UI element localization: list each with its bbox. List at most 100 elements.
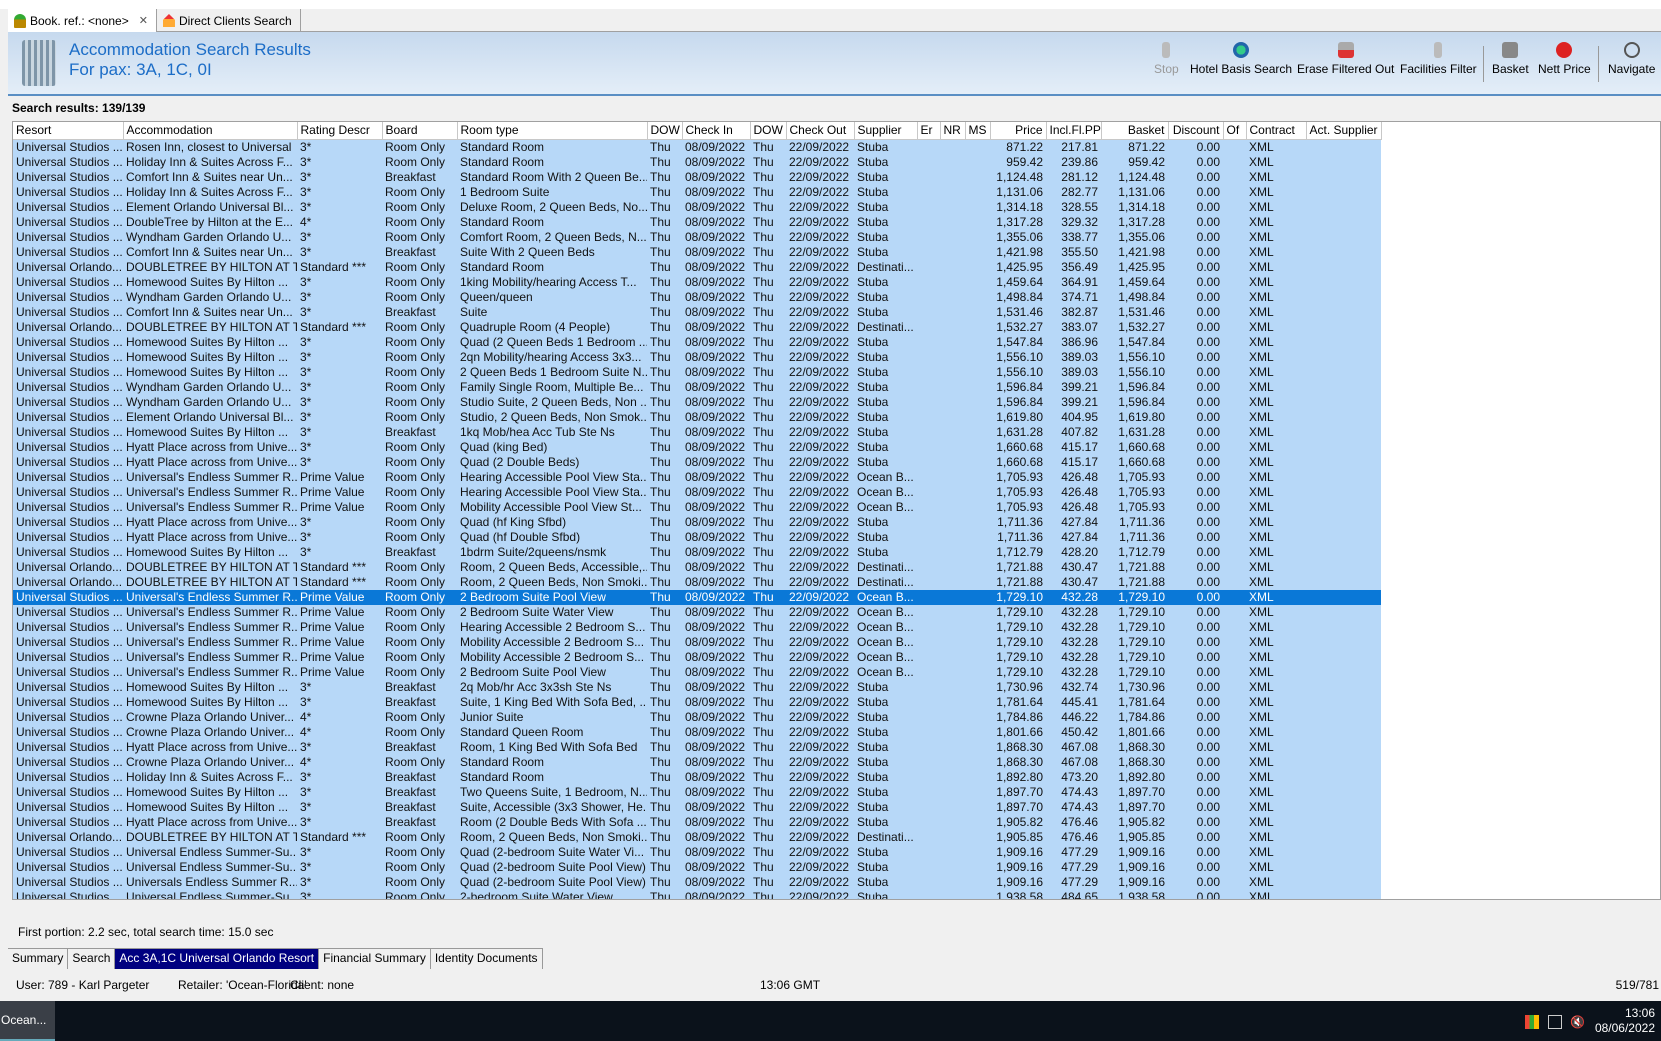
table-row[interactable]: Universal Orlando... DOUBLETREE BY HILTON…	[13, 319, 1381, 335]
table-cell: Family Single Room, Multiple Be...	[457, 379, 647, 395]
table-row[interactable]: Universal Studios ... Crowne Plaza Orland…	[13, 724, 1381, 740]
table-row[interactable]: Universal Studios ... Wyndham Garden Orla…	[13, 229, 1381, 245]
table-row[interactable]: Universal Studios ... Homewood Suites By …	[13, 424, 1381, 440]
table-row[interactable]: Universal Studios ... Universal's Endless…	[13, 619, 1381, 635]
table-cell: Quad (2-bedroom Suite Pool View)	[457, 874, 647, 890]
tab-search[interactable]: Search	[68, 949, 116, 969]
tab-booking[interactable]: Book. ref.: <none> ✕	[8, 9, 157, 32]
table-row[interactable]: Universal Studios ... Homewood Suites By …	[13, 784, 1381, 800]
table-row[interactable]: Universal Studios ... Hyatt Place across …	[13, 514, 1381, 530]
table-row[interactable]: Universal Studios ... Crowne Plaza Orland…	[13, 709, 1381, 725]
table-row[interactable]: Universal Studios ... Universal's Endless…	[13, 649, 1381, 665]
column-header[interactable]: MS	[965, 122, 991, 140]
column-header[interactable]: Er	[917, 122, 941, 140]
tab-accommodation[interactable]: Acc 3A,1C Universal Orlando Resort	[115, 949, 320, 969]
tab-identity-documents[interactable]: Identity Documents	[431, 949, 543, 969]
nett-price-button[interactable]: Nett Price	[1538, 42, 1591, 76]
table-row[interactable]: Universal Studios ... Hyatt Place across …	[13, 529, 1381, 545]
table-row[interactable]: Universal Studios ... Wyndham Garden Orla…	[13, 394, 1381, 410]
column-header[interactable]: Resort	[13, 122, 124, 140]
stop-button[interactable]: Stop	[1154, 42, 1179, 76]
table-row[interactable]: Universal Studios ... Universal's Endless…	[13, 469, 1381, 485]
table-row[interactable]: Universal Studios ... Holiday Inn & Suite…	[13, 184, 1381, 200]
table-row[interactable]: Universal Studios ... Universal's Endless…	[13, 499, 1381, 515]
table-row[interactable]: Universal Studios ... Wyndham Garden Orla…	[13, 379, 1381, 395]
table-row[interactable]: Universal Orlando... DOUBLETREE BY HILTON…	[13, 559, 1381, 575]
table-row[interactable]: Universal Studios ... Holiday Inn & Suite…	[13, 769, 1381, 785]
table-cell: Stuba	[854, 784, 917, 800]
table-row[interactable]: Universal Studios ... Universal's Endless…	[13, 484, 1381, 500]
table-row[interactable]: Universal Studios ... Universal Endless S…	[13, 859, 1381, 875]
table-cell: Thu	[750, 469, 786, 485]
table-row[interactable]: Universal Orlando... DOUBLETREE BY HILTON…	[13, 574, 1381, 590]
column-header[interactable]: Rating Descr	[297, 122, 383, 140]
table-row[interactable]: Universal Studios ... Element Orlando Uni…	[13, 199, 1381, 215]
table-row[interactable]: Universal Studios ... Holiday Inn & Suite…	[13, 154, 1381, 170]
table-row[interactable]: Universal Studios ... Homewood Suites By …	[13, 364, 1381, 380]
table-row[interactable]: Universal Studios ... Element Orlando Uni…	[13, 409, 1381, 425]
column-header[interactable]: Check Out	[786, 122, 855, 140]
table-row[interactable]: Universal Studios ... Hyatt Place across …	[13, 439, 1381, 455]
table-row[interactable]: Universal Studios ... Universal's Endless…	[13, 664, 1381, 680]
column-header[interactable]: Incl.Fl.PP	[1046, 122, 1102, 140]
table-row[interactable]: Universal Studios ... Wyndham Garden Orla…	[13, 289, 1381, 305]
column-header[interactable]: Accommodation	[123, 122, 298, 140]
table-row[interactable]: Universal Studios ... Homewood Suites By …	[13, 274, 1381, 290]
table-row[interactable]: Universal Studios ... Universal's Endless…	[13, 634, 1381, 650]
tab-financial-summary[interactable]: Financial Summary	[319, 949, 431, 969]
table-row[interactable]: Universal Orlando... DOUBLETREE BY HILTON…	[13, 829, 1381, 845]
table-cell: 22/09/2022	[786, 379, 854, 395]
volume-muted-icon[interactable]: 🔇	[1570, 1015, 1585, 1029]
table-row[interactable]: Universal Studios ... Comfort Inn & Suite…	[13, 244, 1381, 260]
table-row[interactable]: Universal Studios ... Homewood Suites By …	[13, 679, 1381, 695]
table-row[interactable]: Universal Studios ... Crowne Plaza Orland…	[13, 754, 1381, 770]
table-row[interactable]: Universal Studios ... Comfort Inn & Suite…	[13, 304, 1381, 320]
table-row[interactable]: Universal Orlando... DOUBLETREE BY HILTON…	[13, 259, 1381, 275]
column-header[interactable]: Of	[1223, 122, 1247, 140]
table-row[interactable]: Universal Studios ... Homewood Suites By …	[13, 349, 1381, 365]
status-count: 519/781	[1615, 978, 1659, 992]
navigate-button[interactable]: Navigate	[1608, 42, 1655, 76]
column-header[interactable]: DOW	[647, 122, 683, 140]
table-row[interactable]: Universal Studios ... Comfort Inn & Suite…	[13, 169, 1381, 185]
table-row[interactable]: Universal Studios ... Universal Endless S…	[13, 889, 1381, 899]
network-icon[interactable]	[1548, 1015, 1562, 1029]
taskbar-clock[interactable]: 13:06 08/06/2022	[1595, 1006, 1655, 1036]
table-cell: Stuba	[854, 334, 917, 350]
facilities-filter-button[interactable]: Facilities Filter	[1400, 42, 1477, 76]
results-grid[interactable]: Resort Accommodation Rating Descr Board Room…	[12, 121, 1661, 900]
table-row[interactable]: Universal Studios ... DoubleTree by Hilto…	[13, 214, 1381, 230]
app-tray-icon[interactable]	[1525, 1015, 1539, 1029]
column-header[interactable]: Act. Supplier	[1306, 122, 1382, 140]
close-icon[interactable]: ✕	[139, 14, 148, 27]
column-header[interactable]: Price	[990, 122, 1047, 140]
table-row[interactable]: Universal Studios ... Homewood Suites By …	[13, 334, 1381, 350]
table-row[interactable]: Universal Studios ... Rosen Inn, closest …	[13, 139, 1381, 155]
table-row[interactable]: Universal Studios ... Hyatt Place across …	[13, 739, 1381, 755]
table-row[interactable]: Universal Studios ... Homewood Suites By …	[13, 799, 1381, 815]
table-row[interactable]: Universal Studios ... Hyatt Place across …	[13, 814, 1381, 830]
column-header[interactable]: Contract	[1246, 122, 1307, 140]
erase-filtered-out-button[interactable]: Erase Filtered Out	[1297, 42, 1394, 76]
tab-direct-clients-search[interactable]: Direct Clients Search	[157, 9, 301, 32]
column-header[interactable]: NR	[940, 122, 966, 140]
column-header[interactable]: Discount	[1168, 122, 1224, 140]
column-header[interactable]: Room type	[457, 122, 648, 140]
basket-button[interactable]: Basket	[1492, 42, 1529, 76]
table-row[interactable]: Universal Studios ... Hyatt Place across …	[13, 454, 1381, 470]
table-row[interactable]: Universal Studios ... Homewood Suites By …	[13, 694, 1381, 710]
tab-summary[interactable]: Summary	[8, 949, 69, 969]
hotel-basis-search-button[interactable]: Hotel Basis Search	[1190, 42, 1292, 76]
table-row[interactable]: Universal Studios ... Universal's Endless…	[13, 604, 1381, 620]
table-row[interactable]: Universal Studios ... Universal Endless S…	[13, 844, 1381, 860]
column-header[interactable]: DOW	[750, 122, 787, 140]
column-header[interactable]: Basket	[1101, 122, 1169, 140]
table-row[interactable]: Universal Studios ... Universals Endless …	[13, 874, 1381, 890]
column-header[interactable]: Supplier	[854, 122, 918, 140]
taskbar-app-button[interactable]: Ocean...	[0, 1001, 55, 1041]
table-row[interactable]: Universal Studios ... Homewood Suites By …	[13, 544, 1381, 560]
table-row[interactable]: Universal Studios ... Universal's Endless…	[13, 589, 1381, 605]
table-cell: Hyatt Place across from Unive...	[123, 454, 297, 470]
column-header[interactable]: Check In	[682, 122, 751, 140]
column-header[interactable]: Board	[382, 122, 458, 140]
